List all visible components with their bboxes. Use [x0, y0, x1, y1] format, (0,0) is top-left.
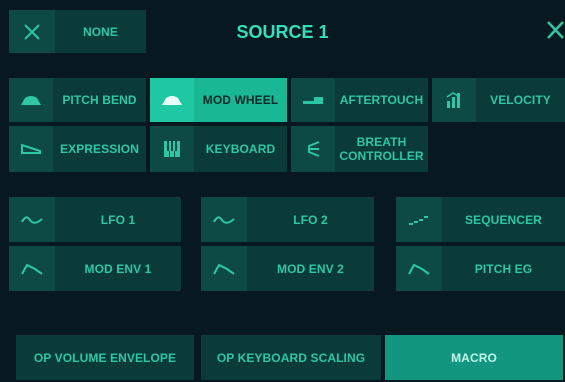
source-keyboard-button[interactable]: KEYBOARD	[150, 126, 287, 172]
sequencer-label: SEQUENCER	[442, 197, 565, 242]
source-pitch-bend-button[interactable]: PITCH BEND	[9, 78, 146, 122]
mod-env2-label: MOD ENV 2	[247, 246, 374, 291]
expression-label: EXPRESSION	[53, 126, 146, 172]
sequencer-icon	[396, 197, 442, 242]
source-lfo2-button[interactable]: LFO 2	[201, 197, 374, 242]
pitch-bend-icon	[9, 78, 53, 122]
source-mod-wheel-button[interactable]: MOD WHEEL	[150, 78, 287, 122]
lfo-icon	[9, 197, 55, 242]
source-lfo1-button[interactable]: LFO 1	[9, 197, 181, 242]
lfo-icon	[201, 197, 247, 242]
breath-controller-label: BREATH CONTROLLER	[335, 126, 428, 172]
aftertouch-icon	[291, 78, 335, 122]
source-breath-controller-button[interactable]: BREATH CONTROLLER	[291, 126, 428, 172]
keyboard-icon	[150, 126, 194, 172]
source-mod-env2-button[interactable]: MOD ENV 2	[201, 246, 374, 291]
page-title: SOURCE 1	[236, 22, 329, 42]
expression-icon	[9, 126, 53, 172]
lfo2-label: LFO 2	[247, 197, 374, 242]
breath-controller-icon	[291, 126, 335, 172]
envelope-icon	[396, 246, 442, 291]
source-mod-env1-button[interactable]: MOD ENV 1	[9, 246, 181, 291]
envelope-icon	[9, 246, 55, 291]
source-aftertouch-button[interactable]: AFTERTOUCH	[291, 78, 428, 122]
velocity-label: VELOCITY	[476, 78, 565, 122]
lfo1-label: LFO 1	[55, 197, 181, 242]
mod-wheel-icon	[150, 78, 194, 122]
velocity-icon	[432, 78, 476, 122]
breath-controller-label-line1: BREATH	[356, 135, 407, 149]
aftertouch-label: AFTERTOUCH	[335, 78, 428, 122]
mod-wheel-label: MOD WHEEL	[194, 78, 287, 122]
source-sequencer-button[interactable]: SEQUENCER	[396, 197, 565, 242]
pitch-eg-label: PITCH EG	[442, 246, 565, 291]
keyboard-label: KEYBOARD	[194, 126, 287, 172]
tab-op-volume-envelope[interactable]: OP VOLUME ENVELOPE	[16, 335, 194, 380]
source-expression-button[interactable]: EXPRESSION	[9, 126, 146, 172]
source-pitch-eg-button[interactable]: PITCH EG	[396, 246, 565, 291]
source-panel: NONE SOURCE 1 PITCH BEND MOD WHEEL AFTER…	[0, 0, 565, 382]
envelope-icon	[201, 246, 247, 291]
source-velocity-button[interactable]: VELOCITY	[432, 78, 565, 122]
close-icon[interactable]	[546, 18, 565, 42]
pitch-bend-label: PITCH BEND	[53, 78, 146, 122]
breath-controller-label-line2: CONTROLLER	[339, 149, 424, 163]
mod-env1-label: MOD ENV 1	[55, 246, 181, 291]
tab-macro[interactable]: MACRO	[385, 335, 563, 380]
tab-op-keyboard-scaling[interactable]: OP KEYBOARD SCALING	[201, 335, 381, 380]
